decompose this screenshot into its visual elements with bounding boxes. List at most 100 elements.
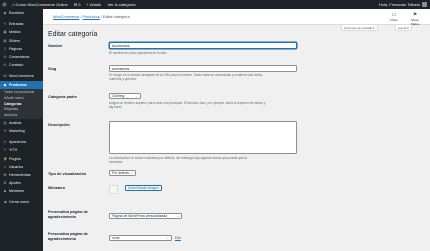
- inbox-label: Inbox: [390, 18, 398, 22]
- menu-item-label: Ajustes: [9, 181, 21, 186]
- upload-image-button[interactable]: Subir/Añadir imagen: [125, 185, 162, 191]
- menu-item-yith[interactable]: Y YITH: [0, 146, 43, 154]
- pin-icon: ✎: [3, 22, 7, 27]
- menu-item-label: Páginas: [9, 46, 22, 51]
- menu-item-apariencia[interactable]: ✐ Apariencia: [0, 138, 43, 146]
- main-content: Editar categoría Nombre Accesorios El no…: [43, 25, 430, 251]
- menu-item-contacto[interactable]: ✉ Contacto: [0, 61, 43, 69]
- mail-icon: ✉: [3, 63, 7, 68]
- menu-item-sliders[interactable]: ▤ Sliders: [0, 37, 43, 45]
- woocommerce-header: WooCommerce / Productos / Editar categor…: [43, 9, 430, 26]
- greeting: Hola, Fernando Tellado: [378, 2, 420, 7]
- page-icon: ▯: [4, 46, 6, 51]
- status-button[interactable]: ⚑ Show Status: [408, 12, 422, 26]
- menu-item-label: Medios: [9, 30, 21, 35]
- menu-item-ajustes[interactable]: ⚙ Ajustes: [0, 179, 43, 187]
- admin-menu: ◉ Escritorio ✎ Entradas ▣ Medios ▤ Sliders ▯ Pági…: [0, 9, 43, 251]
- thankyou-page-select[interactable]: Página de WordPress personalizada ⌄: [109, 213, 182, 219]
- menu-item-paginas[interactable]: ▯ Páginas: [0, 45, 43, 53]
- users-icon: ☺: [3, 164, 7, 169]
- name-description: El nombre es cómo aparecerá en tu sitio.: [109, 51, 168, 55]
- yith-icon: Y: [3, 148, 7, 153]
- chevron-down-icon: ⌄: [176, 214, 179, 218]
- menu-item-label: Sliders: [9, 38, 20, 43]
- description-textarea[interactable]: [109, 121, 297, 154]
- menu-item-plugins[interactable]: ⚡ Plugins: [0, 154, 43, 162]
- breadcrumb-separator: /: [100, 15, 102, 19]
- thankyou-custom-label: Personaliza página de agradecimiento: [48, 232, 88, 241]
- breadcrumb-separator: /: [80, 15, 82, 19]
- breadcrumb-productos[interactable]: Productos: [83, 15, 100, 19]
- slider-icon: ▤: [3, 38, 7, 43]
- plus-icon: +: [86, 2, 89, 7]
- plugin-icon: ⚡: [3, 156, 8, 161]
- display-type-label: Tipo de visualización: [48, 172, 87, 176]
- menu-item-medios[interactable]: ▣ Medios: [0, 28, 43, 36]
- admin-bar: Ⓦ ⌂ Curso WooCommerce Online ✉ 0 + Añadi…: [0, 0, 430, 9]
- menu-item-label: Entradas: [9, 22, 24, 27]
- slug-input[interactable]: accesorios: [109, 65, 297, 72]
- menu-item-label: Apariencia: [9, 140, 26, 145]
- inbox-button[interactable]: ▭ Inbox: [387, 12, 401, 22]
- my-account[interactable]: Hola, Fernando Tellado: [376, 0, 430, 9]
- chevron-down-icon: ⌄: [166, 236, 169, 240]
- menu-item-label: Usuarios: [9, 164, 24, 169]
- avatar: [422, 2, 427, 7]
- menu-item-analisis[interactable]: ▥ Análisis: [0, 119, 43, 127]
- menu-item-label: Plugins: [9, 156, 21, 161]
- menu-item-entradas[interactable]: ✎ Entradas: [0, 20, 43, 28]
- submenu-item-atributos[interactable]: Atributos: [0, 112, 43, 118]
- description-help: La descripción no suele mostrarse por de…: [109, 156, 247, 164]
- menu-item-woocommerce[interactable]: W WooCommerce: [0, 72, 43, 80]
- box-icon: ◆: [3, 82, 7, 87]
- brush-icon: ✐: [3, 140, 7, 145]
- home-icon[interactable]: ⌂ Curso WooCommerce Online: [9, 0, 71, 9]
- productos-submenu: Todos los productos Añadir nuevo Categoría…: [0, 88, 43, 119]
- settings-icon: ⚙: [3, 181, 7, 186]
- menu-item-herramientas[interactable]: ✚ Herramientas: [0, 171, 43, 179]
- menu-item-comentarios[interactable]: ✉ Comentarios: [0, 53, 43, 61]
- menu-item-label: WooCommerce: [9, 74, 34, 79]
- thumbnail-label: Miniatura: [48, 186, 65, 190]
- display-type-select[interactable]: Por defecto ⌄: [109, 170, 136, 176]
- comments-link[interactable]: ✉ 0: [71, 0, 84, 9]
- thankyou-custom-select[interactable]: none ⌄: [109, 235, 172, 241]
- menu-item-productos[interactable]: ◆ Productos: [0, 80, 43, 89]
- chevron-down-icon: ⌄: [130, 171, 133, 175]
- comment-icon: ✉: [3, 55, 7, 60]
- menu-item-label: Contacto: [9, 63, 24, 68]
- breadcrumb-woocommerce[interactable]: WooCommerce: [53, 15, 79, 19]
- comments-count: 0: [78, 2, 81, 7]
- menu-item-label: Herramientas: [9, 172, 31, 177]
- name-input[interactable]: Accesorios: [109, 42, 297, 49]
- menu-item-label: Members: [9, 189, 24, 194]
- dashboard-icon: ◉: [3, 11, 7, 16]
- wrench-icon: ✚: [3, 172, 7, 177]
- name-label: Nombre: [48, 44, 63, 48]
- breadcrumb: WooCommerce / Productos / Editar categor…: [53, 15, 130, 19]
- thumbnail-placeholder: [109, 185, 118, 194]
- page-title: Editar categoría: [48, 31, 98, 38]
- new-content-link[interactable]: + Añadir: [83, 0, 104, 9]
- menu-item-usuarios[interactable]: ☺ Usuarios: [0, 163, 43, 171]
- thankyou-page-value: Página de WordPress personalizada: [112, 214, 167, 218]
- menu-item-members[interactable]: ♟ Members: [0, 187, 43, 195]
- menu-item-escritorio[interactable]: ◉ Escritorio: [0, 9, 43, 17]
- parent-select[interactable]: Clothing ⌄: [109, 93, 141, 99]
- edit-link[interactable]: Edit: [175, 236, 181, 240]
- description-label: Descripción: [48, 123, 70, 127]
- menu-item-label: YITH: [9, 148, 18, 153]
- members-icon: ♟: [3, 189, 7, 194]
- wordpress-logo-icon[interactable]: Ⓦ: [0, 0, 9, 9]
- new-label: Añadir: [89, 2, 102, 7]
- site-name[interactable]: Curso WooCommerce Online: [16, 2, 68, 7]
- parent-label: Categoría padre: [48, 95, 77, 99]
- thankyou-custom-value: none: [112, 236, 120, 240]
- menu-item-marketing[interactable]: ✦ Marketing: [0, 127, 43, 135]
- menu-item-label: Análisis: [9, 120, 22, 125]
- view-category-link[interactable]: Ver la categoría: [104, 0, 138, 9]
- menu-item-cerrar-menu[interactable]: ◀ Cerrar menú: [0, 198, 43, 206]
- chevron-down-icon: ⌄: [135, 94, 138, 98]
- media-icon: ▣: [3, 30, 7, 35]
- slug-description: El «slug» es la versión amigable de la U…: [109, 73, 263, 81]
